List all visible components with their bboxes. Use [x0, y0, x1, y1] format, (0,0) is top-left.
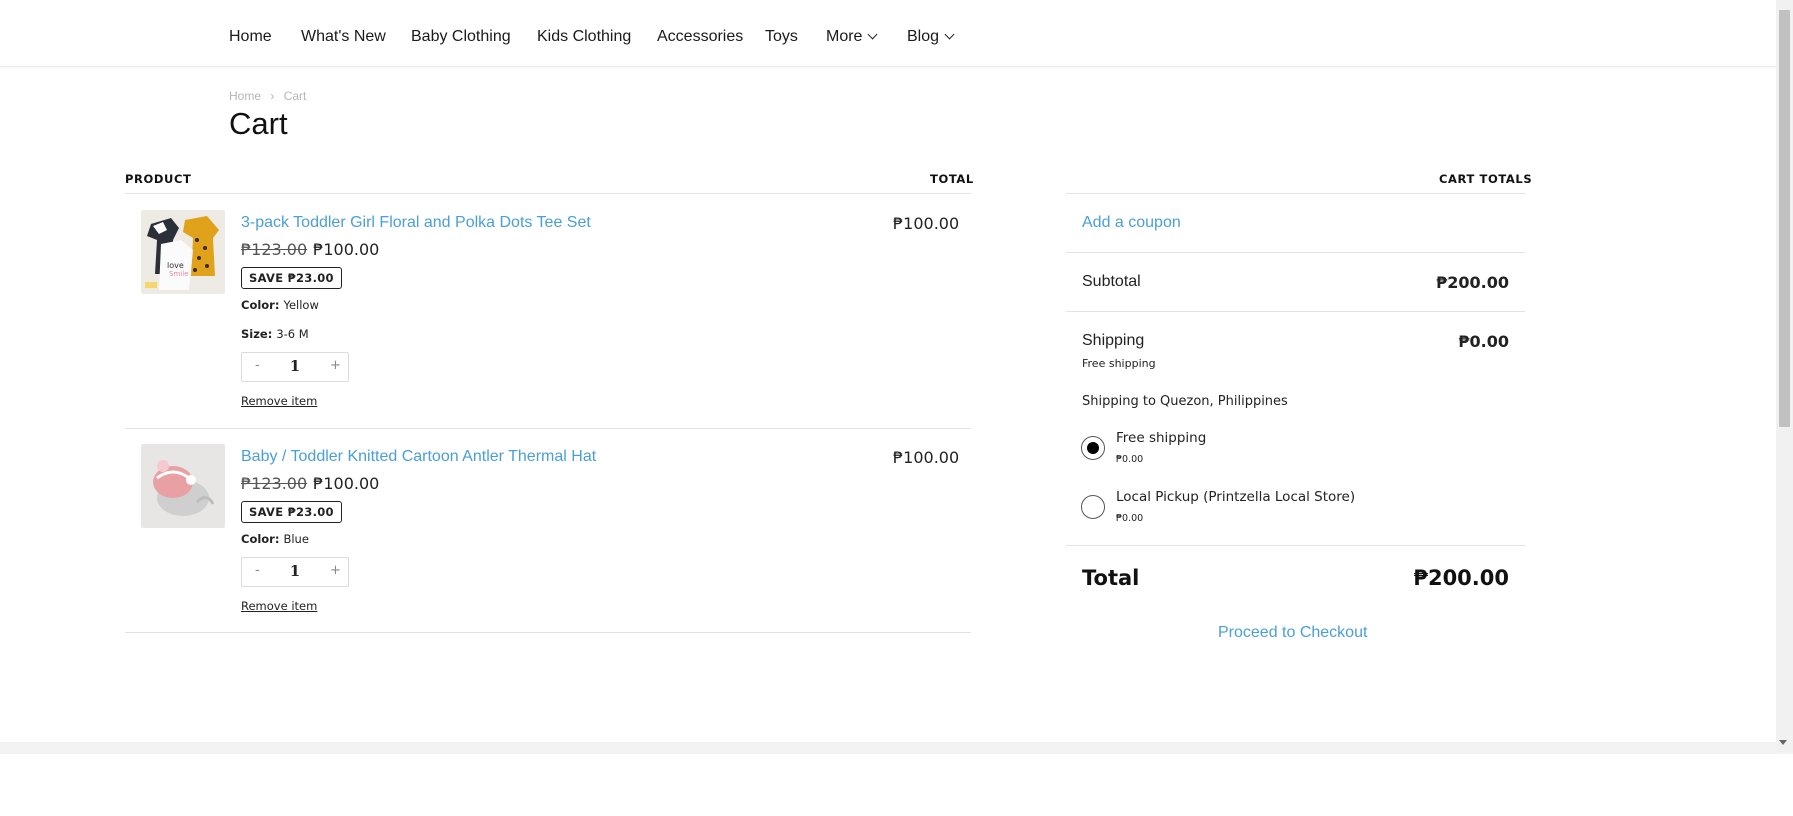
- line-total: ₱100.00: [893, 448, 960, 467]
- product-price: ₱123.00 ₱100.00: [241, 474, 379, 493]
- line-total: ₱100.00: [893, 214, 960, 233]
- size-label: Size:: [241, 327, 273, 341]
- nav-blog-label: Blog: [907, 28, 940, 45]
- product-name-link[interactable]: Baby / Toddler Knitted Cartoon Antler Th…: [241, 448, 596, 466]
- shipping-value: ₱0.00: [1458, 332, 1509, 351]
- save-badge: SAVE ₱23.00: [241, 267, 342, 289]
- color-attribute: Color: Blue: [241, 532, 309, 546]
- nav-accessories[interactable]: Accessories: [657, 28, 743, 46]
- nav-more-label: More: [826, 28, 863, 45]
- product-price: ₱123.00 ₱100.00: [241, 240, 379, 259]
- page-title: Cart: [229, 106, 288, 141]
- increase-quantity-button[interactable]: +: [330, 563, 341, 578]
- color-value: Yellow: [283, 298, 319, 312]
- shipping-method: Free shipping: [1082, 357, 1156, 370]
- total-value: ₱200.00: [1413, 566, 1509, 590]
- total-column-header: TOTAL: [930, 172, 974, 186]
- free-shipping-radio[interactable]: [1081, 436, 1105, 460]
- product-column-header: PRODUCT: [125, 172, 192, 186]
- subtotal-label: Subtotal: [1082, 273, 1141, 290]
- sale-price: ₱100.00: [313, 240, 380, 259]
- size-value: 3-6 M: [276, 327, 309, 341]
- product-thumbnail[interactable]: [141, 444, 225, 528]
- local-pickup-price: ₱0.00: [1116, 513, 1144, 524]
- breadcrumb: Home › Cart: [229, 89, 312, 103]
- quantity-stepper: - 1 +: [241, 352, 349, 382]
- coupon-divider: [1066, 252, 1525, 253]
- scroll-down-arrow-icon[interactable]: [1779, 740, 1787, 745]
- cart-totals-header: CART TOTALS: [1439, 172, 1533, 186]
- nav-toys[interactable]: Toys: [765, 28, 798, 46]
- footer-band: [0, 742, 1776, 754]
- sale-price: ₱100.00: [313, 474, 380, 493]
- add-coupon-link[interactable]: Add a coupon: [1082, 214, 1181, 232]
- row-divider: [125, 428, 971, 429]
- nav-whats-new[interactable]: What's New: [301, 28, 386, 46]
- color-label: Color:: [241, 298, 280, 312]
- breadcrumb-home[interactable]: Home: [229, 89, 261, 103]
- color-label: Color:: [241, 532, 280, 546]
- row-divider: [125, 632, 971, 633]
- original-price: ₱123.00: [241, 474, 308, 493]
- quantity-stepper: - 1 +: [241, 557, 349, 587]
- original-price: ₱123.00: [241, 240, 308, 259]
- chevron-down-icon: [868, 29, 878, 40]
- remove-item-link[interactable]: Remove item: [241, 599, 317, 613]
- options-divider: [1066, 545, 1525, 546]
- shipping-destination: Shipping to Quezon, Philippines: [1082, 394, 1288, 409]
- proceed-to-checkout-button[interactable]: Proceed to Checkout: [1218, 624, 1367, 642]
- free-shipping-price: ₱0.00: [1116, 454, 1144, 465]
- local-pickup-label[interactable]: Local Pickup (Printzella Local Store): [1116, 489, 1355, 505]
- product-name-link[interactable]: 3-pack Toddler Girl Floral and Polka Dot…: [241, 214, 591, 232]
- svg-text:love: love: [167, 261, 184, 270]
- chevron-down-icon: [944, 29, 955, 40]
- subtotal-divider: [1066, 311, 1525, 312]
- subtotal-value: ₱200.00: [1436, 273, 1509, 292]
- free-shipping-label[interactable]: Free shipping: [1116, 430, 1206, 446]
- color-value: Blue: [283, 532, 309, 546]
- color-attribute: Color: Yellow: [241, 298, 319, 312]
- increase-quantity-button[interactable]: +: [330, 358, 341, 373]
- breadcrumb-current: Cart: [283, 89, 307, 103]
- shipping-label: Shipping: [1082, 332, 1145, 349]
- nav-more[interactable]: More: [826, 28, 878, 46]
- scrollbar-thumb[interactable]: [1779, 10, 1790, 427]
- nav-kids-clothing[interactable]: Kids Clothing: [537, 28, 631, 46]
- top-navigation: Home What's New Baby Clothing Kids Cloth…: [0, 0, 1776, 67]
- totals-header-divider: [1066, 193, 1525, 194]
- nav-home[interactable]: Home: [229, 28, 272, 46]
- save-badge: SAVE ₱23.00: [241, 501, 342, 523]
- svg-text:Smile: Smile: [169, 270, 188, 278]
- breadcrumb-separator: ›: [270, 89, 275, 103]
- header-divider: [125, 193, 971, 194]
- nav-baby-clothing[interactable]: Baby Clothing: [411, 28, 511, 46]
- remove-item-link[interactable]: Remove item: [241, 394, 317, 408]
- nav-blog[interactable]: Blog: [907, 28, 955, 46]
- size-attribute: Size: 3-6 M: [241, 327, 309, 341]
- product-thumbnail[interactable]: love Smile: [141, 210, 225, 294]
- total-label: Total: [1082, 566, 1140, 590]
- local-pickup-radio[interactable]: [1081, 495, 1105, 519]
